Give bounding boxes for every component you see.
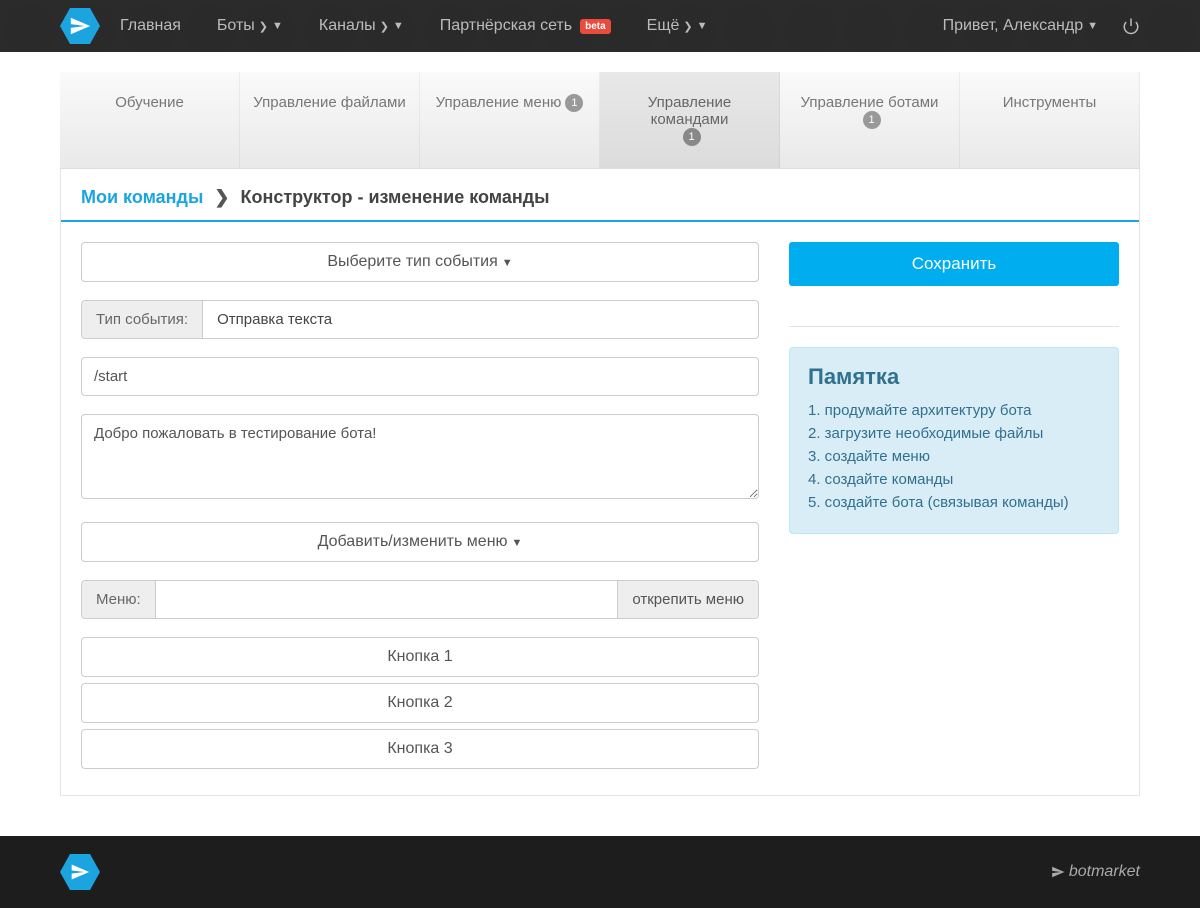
- form-column: Выберите тип события▼ Тип события: Отпра…: [81, 242, 759, 775]
- nav-bots[interactable]: Боты ❯ ▼: [201, 7, 299, 45]
- paper-plane-icon: [69, 15, 91, 37]
- nav-user-greeting[interactable]: Привет, Александр ▼: [927, 7, 1114, 45]
- menu-dropdown[interactable]: Добавить/изменить меню▼: [81, 522, 759, 562]
- command-input[interactable]: [81, 357, 759, 396]
- caret-down-icon: ▼: [512, 537, 523, 549]
- beta-badge: beta: [580, 19, 611, 34]
- top-navbar: Главная Боты ❯ ▼ Каналы ❯ ▼ Партнёрская …: [0, 0, 1200, 52]
- event-type-dropdown[interactable]: Выберите тип события▼: [81, 242, 759, 282]
- nav-channels[interactable]: Каналы ❯ ▼: [303, 7, 420, 45]
- caret-down-icon: ▼: [697, 20, 708, 32]
- paper-plane-icon: [1051, 865, 1065, 879]
- caret-down-icon: ▼: [1087, 20, 1098, 32]
- tab-bots[interactable]: Управление ботами1: [780, 72, 960, 168]
- menu-button-2[interactable]: Кнопка 2: [81, 683, 759, 723]
- event-type-value: Отправка текста: [203, 301, 758, 338]
- tab-badge: 1: [565, 94, 583, 112]
- footer-brand[interactable]: botmarket: [1051, 863, 1140, 881]
- paper-plane-icon: [70, 862, 90, 882]
- memo-title: Памятка: [808, 364, 1100, 390]
- memo-item[interactable]: 5. создайте бота (связывая команды): [808, 494, 1100, 511]
- sidebar-column: Сохранить Памятка 1. продумайте архитект…: [789, 242, 1119, 775]
- tab-training[interactable]: Обучение: [60, 72, 240, 168]
- memo-item[interactable]: 1. продумайте архитектуру бота: [808, 402, 1100, 419]
- menu-group: Меню: открепить меню: [81, 580, 759, 619]
- breadcrumb-link-my-commands[interactable]: Мои команды: [81, 187, 203, 207]
- tab-files[interactable]: Управление файлами: [240, 72, 420, 168]
- tab-menu[interactable]: Управление меню1: [420, 72, 600, 168]
- nav-partner[interactable]: Партнёрская сеть beta: [424, 7, 627, 45]
- detach-menu-button[interactable]: открепить меню: [617, 581, 758, 618]
- nav-more[interactable]: Ещё ❯ ▼: [631, 7, 724, 45]
- power-icon[interactable]: [1122, 17, 1140, 35]
- memo-panel: Памятка 1. продумайте архитектуру бота 2…: [789, 347, 1119, 534]
- menu-value: [156, 581, 618, 618]
- breadcrumb-current: Конструктор - изменение команды: [240, 187, 549, 207]
- menu-label: Меню:: [82, 581, 156, 618]
- brand-logo[interactable]: [60, 6, 100, 46]
- chevron-right-icon: ❯: [214, 187, 229, 207]
- event-type-label: Тип события:: [82, 301, 203, 338]
- tab-badge: 1: [683, 128, 701, 146]
- section-tabs: Обучение Управление файлами Управление м…: [60, 72, 1140, 169]
- footer-logo[interactable]: [60, 852, 100, 892]
- tab-tools[interactable]: Инструменты: [960, 72, 1140, 168]
- chevron-right-icon: ❯: [683, 20, 692, 33]
- nav-home[interactable]: Главная: [104, 7, 197, 45]
- tab-commands[interactable]: Управление командами1: [600, 72, 780, 168]
- caret-down-icon: ▼: [272, 20, 283, 32]
- menu-button-1[interactable]: Кнопка 1: [81, 637, 759, 677]
- breadcrumb: Мои команды ❯ Конструктор - изменение ко…: [61, 169, 1139, 222]
- chevron-right-icon: ❯: [259, 20, 268, 33]
- chevron-right-icon: ❯: [380, 20, 389, 33]
- footer: botmarket: [0, 836, 1200, 908]
- divider: [789, 326, 1119, 327]
- message-textarea[interactable]: [81, 414, 759, 499]
- save-button[interactable]: Сохранить: [789, 242, 1119, 286]
- menu-button-3[interactable]: Кнопка 3: [81, 729, 759, 769]
- memo-item[interactable]: 2. загрузите необходимые файлы: [808, 425, 1100, 442]
- caret-down-icon: ▼: [393, 20, 404, 32]
- memo-item[interactable]: 4. создайте команды: [808, 471, 1100, 488]
- memo-item[interactable]: 3. создайте меню: [808, 448, 1100, 465]
- caret-down-icon: ▼: [502, 257, 513, 269]
- event-type-group: Тип события: Отправка текста: [81, 300, 759, 339]
- tab-badge: 1: [863, 111, 881, 129]
